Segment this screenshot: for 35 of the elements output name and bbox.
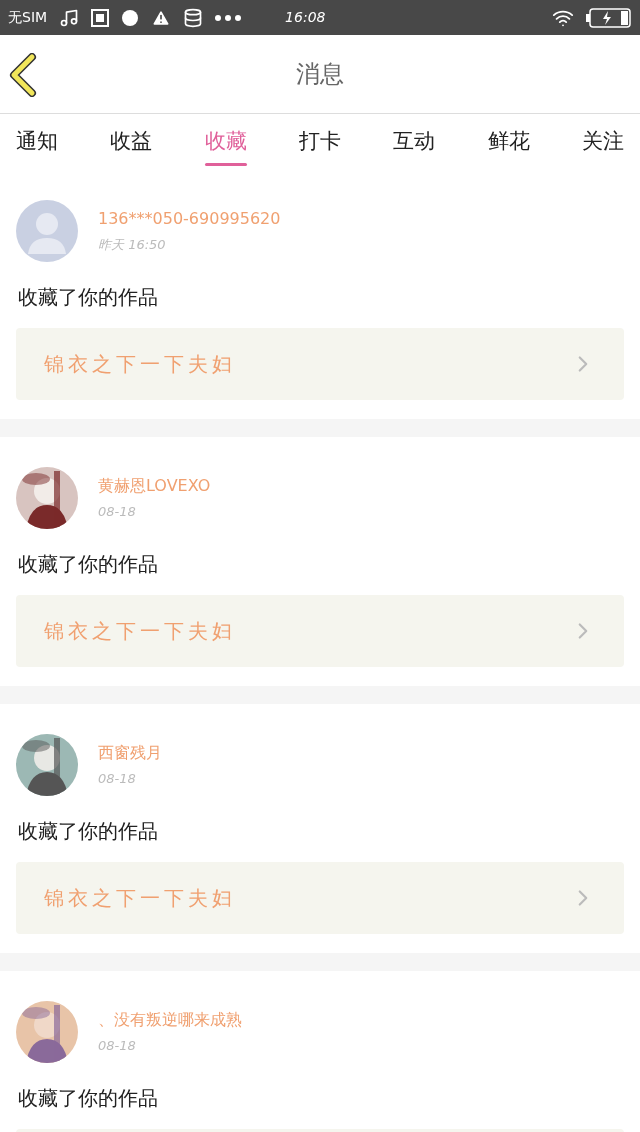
user-name[interactable]: 西窗残月 (98, 741, 162, 766)
music-icon (59, 7, 80, 28)
message-text: 收藏了你的作品 (17, 1085, 159, 1112)
tab[interactable]: 鲜花 (487, 114, 530, 170)
carrier-text: 无SIM (8, 8, 48, 27)
work-card[interactable]: 锦衣之下一下夫妇 (16, 595, 624, 667)
work-title: 锦衣之下一下夫妇 (44, 885, 236, 912)
tab[interactable]: 互动 (393, 114, 436, 170)
message-time: 08-18 (98, 503, 137, 522)
message-text: 收藏了你的作品 (17, 284, 159, 311)
clock-text: 16:08 (285, 8, 326, 27)
message-text: 收藏了你的作品 (17, 551, 159, 578)
user-name[interactable]: 黄赫恩LOVEXO (98, 474, 211, 499)
message-text: 收藏了你的作品 (17, 818, 159, 845)
work-card[interactable]: 锦衣之下一下夫妇 (16, 862, 624, 934)
tab[interactable]: 打卡 (299, 114, 341, 170)
app-icon (91, 8, 110, 27)
back-icon[interactable] (8, 53, 38, 97)
work-title: 锦衣之下一下夫妇 (44, 618, 236, 645)
database-icon (183, 7, 204, 28)
work-card[interactable]: 锦衣之下一下夫妇 (16, 328, 624, 400)
more-icon (215, 14, 242, 21)
message-time: 08-18 (98, 770, 137, 789)
message-time: 昨天 16:50 (98, 236, 167, 255)
tab[interactable]: 通知 (16, 114, 58, 170)
user-name[interactable]: 、没有叛逆哪来成熟 (98, 1008, 242, 1033)
default-avatar-icon (16, 200, 78, 262)
user-name[interactable]: 136***050-690995620 (98, 207, 281, 232)
tab[interactable]: 收益 (110, 114, 153, 170)
page-title: 消息 (296, 59, 344, 90)
battery-icon (586, 7, 632, 28)
message-time: 08-18 (98, 1037, 137, 1056)
tab[interactable]: 收藏 (204, 114, 247, 170)
work-title: 锦衣之下一下夫妇 (44, 351, 236, 378)
tab[interactable]: 关注 (581, 114, 624, 170)
